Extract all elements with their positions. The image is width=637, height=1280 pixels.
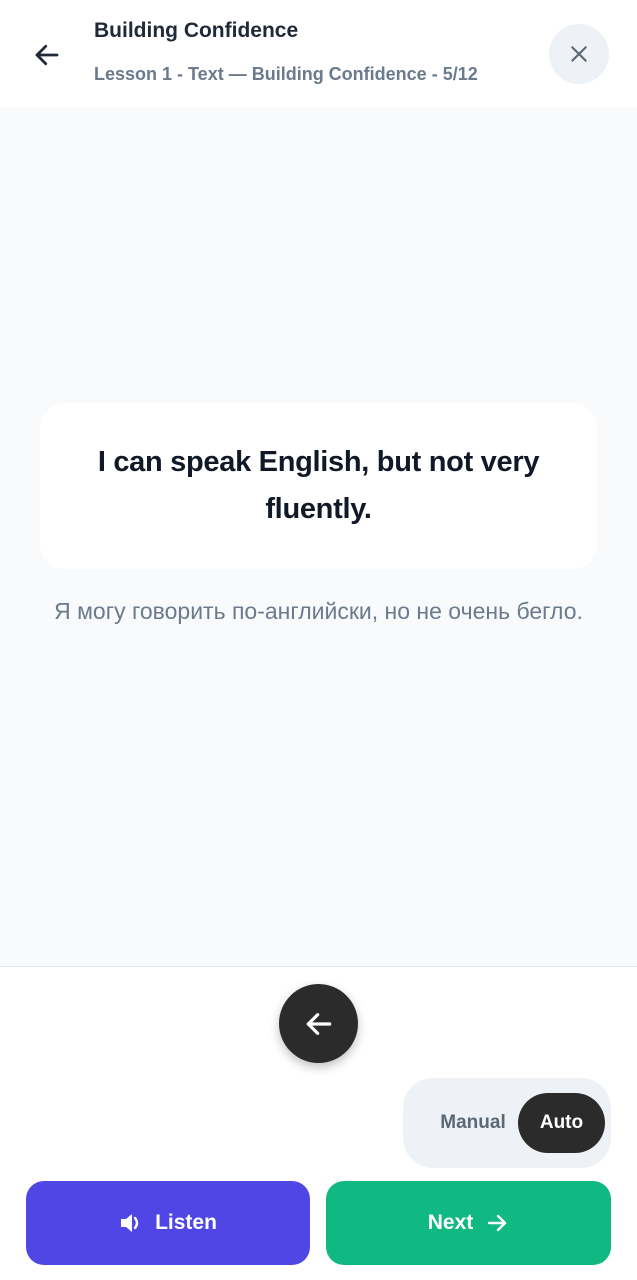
phrase-text: I can speak English, but not very fluent… bbox=[97, 446, 540, 525]
mode-auto-option[interactable]: Auto bbox=[518, 1093, 605, 1153]
header: Building Confidence Lesson 1 - Text — Bu… bbox=[0, 0, 637, 107]
speaker-icon bbox=[119, 1211, 145, 1235]
close-button[interactable] bbox=[549, 24, 609, 84]
close-icon bbox=[569, 44, 589, 64]
lesson-screen: Building Confidence Lesson 1 - Text — Bu… bbox=[0, 0, 637, 1280]
lesson-progress-subtitle: Lesson 1 - Text — Building Confidence - … bbox=[94, 64, 478, 84]
arrow-right-icon bbox=[485, 1211, 509, 1235]
arrow-left-icon bbox=[32, 40, 62, 70]
bottom-controls: Manual Auto Listen Next bbox=[0, 966, 637, 1280]
listen-button[interactable]: Listen bbox=[26, 1181, 310, 1265]
page-title: Building Confidence bbox=[94, 19, 299, 42]
phrase-card: I can speak English, but not very fluent… bbox=[40, 403, 597, 569]
listen-label: Listen bbox=[155, 1211, 217, 1234]
translation-text: Я могу говорить по-английски, но не очен… bbox=[54, 598, 583, 624]
arrow-left-icon bbox=[303, 1008, 335, 1040]
lesson-content: I can speak English, but not very fluent… bbox=[0, 107, 637, 966]
previous-button[interactable] bbox=[279, 984, 358, 1063]
mode-toggle: Manual Auto bbox=[403, 1078, 611, 1168]
back-button[interactable] bbox=[22, 30, 72, 80]
next-button[interactable]: Next bbox=[326, 1181, 611, 1265]
next-label: Next bbox=[427, 1211, 474, 1234]
mode-manual-option[interactable]: Manual bbox=[423, 1104, 523, 1142]
